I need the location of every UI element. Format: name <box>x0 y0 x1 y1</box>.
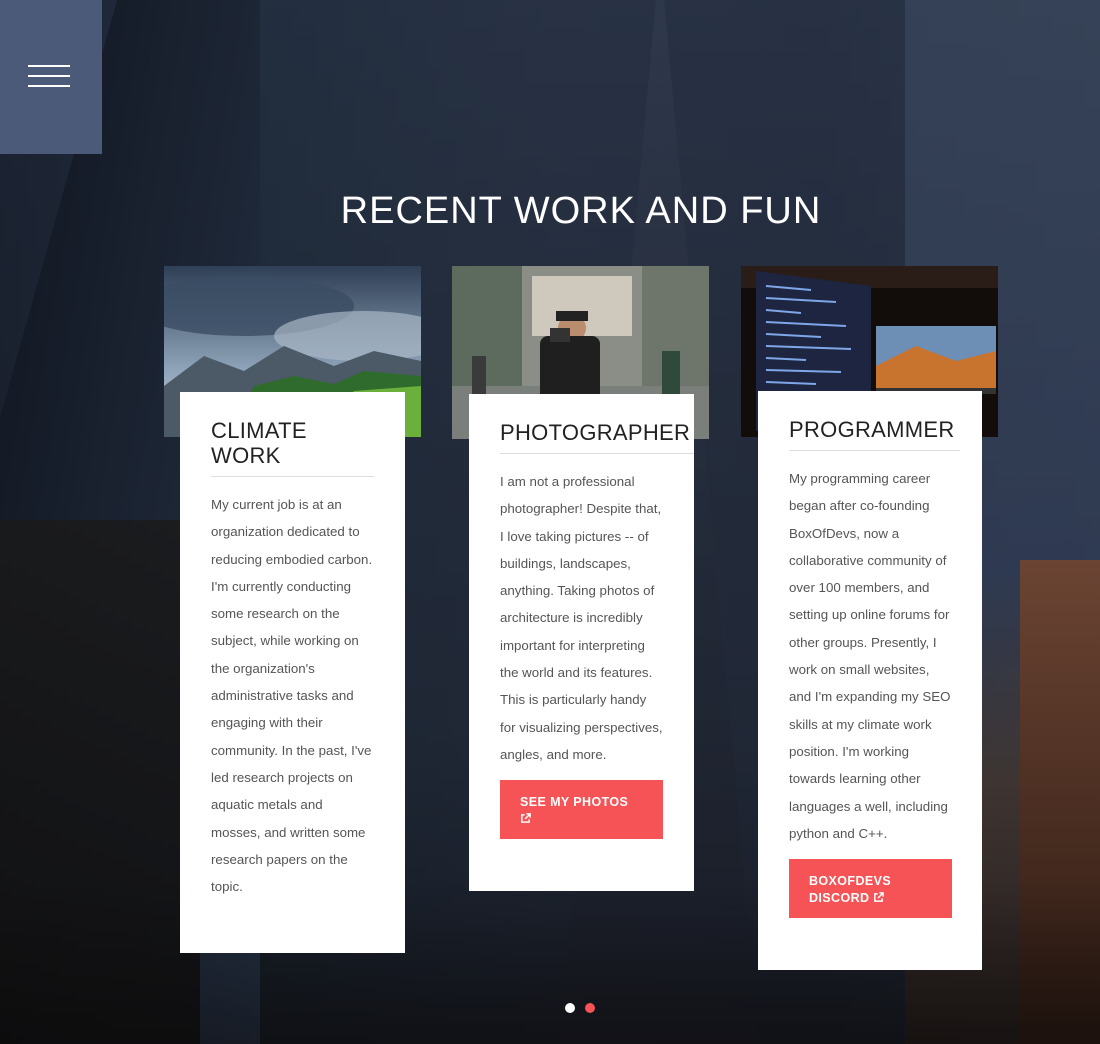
external-link-icon <box>874 892 885 903</box>
card-title: PHOTOGRAPHER <box>500 420 694 454</box>
carousel-dot-2[interactable] <box>585 1003 595 1013</box>
external-link-icon <box>521 813 531 824</box>
carousel-dot-1[interactable] <box>565 1003 575 1013</box>
carousel-pagination <box>565 1003 595 1013</box>
card-title: PROGRAMMER <box>789 417 960 451</box>
card-text: My programming career began after co-fou… <box>789 471 951 841</box>
section-title: RECENT WORK AND FUN <box>340 189 822 232</box>
card-text: I am not a professional photographer! De… <box>500 474 663 762</box>
card-text: My current job is at an organization ded… <box>211 497 373 895</box>
hamburger-icon <box>28 65 70 67</box>
see-my-photos-button[interactable]: SEE MY PHOTOS <box>500 780 663 840</box>
card-climate-work: CLIMATE WORK My current job is at an org… <box>180 392 405 953</box>
card-title: CLIMATE WORK <box>211 418 374 477</box>
menu-button[interactable] <box>0 0 102 154</box>
boxofdevs-discord-button[interactable]: BOXOFDEVS DISCORD <box>789 859 952 919</box>
card-programmer: PROGRAMMER My programming career began a… <box>758 391 982 970</box>
card-photographer: PHOTOGRAPHER I am not a professional pho… <box>469 394 694 891</box>
